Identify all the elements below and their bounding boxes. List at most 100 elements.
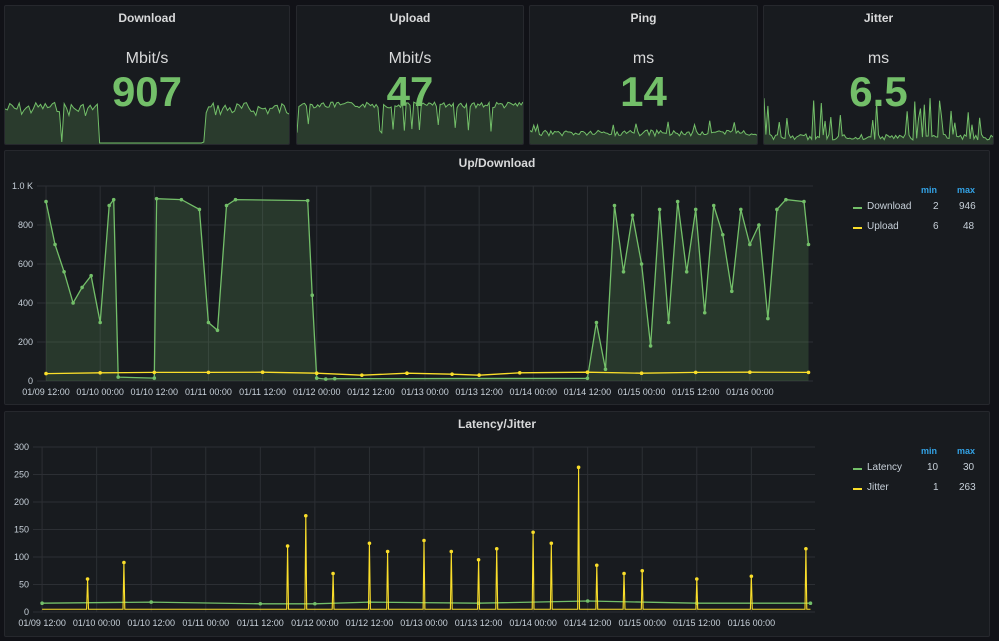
legend-swatch — [853, 207, 862, 209]
x-tick-label: 01/13 00:00 — [401, 387, 449, 397]
jitter-point — [331, 571, 335, 576]
legend-min: 10 — [927, 462, 939, 473]
jitter-point — [303, 513, 308, 518]
upload-point — [152, 370, 157, 375]
legend-max: 263 — [959, 482, 976, 493]
jitter-point — [694, 577, 699, 581]
download-point — [152, 376, 157, 380]
legend-swatch — [853, 488, 862, 490]
x-tick-label: 01/12 12:00 — [347, 387, 395, 397]
jitter-point — [494, 546, 499, 551]
y-tick-label: 300 — [14, 442, 29, 452]
download-point — [648, 344, 653, 348]
stat-unit: Mbit/s — [388, 50, 432, 67]
latency-legend: min max Latency 10 30 Jitter 1 263 — [847, 444, 982, 504]
jitter-point — [449, 549, 454, 554]
jitter-point — [422, 538, 426, 543]
panel-title: Upload — [389, 11, 431, 25]
x-tick-label: 01/13 12:00 — [455, 618, 503, 628]
download-point — [314, 376, 319, 380]
y-tick-label: 150 — [14, 525, 29, 535]
x-tick-label: 01/13 00:00 — [400, 618, 448, 628]
x-tick-label: 01/11 12:00 — [239, 387, 286, 397]
download-point — [62, 270, 66, 274]
download-point — [44, 199, 48, 204]
download-point — [305, 198, 310, 203]
x-tick-label: 01/15 00:00 — [618, 387, 666, 397]
download-point — [53, 242, 57, 247]
download-point — [684, 270, 689, 274]
updown-chart[interactable]: 0 200 400 600 800 1.0 K 01/09 12:00 01/10 00:00… — [5, 151, 835, 405]
download-point — [154, 196, 159, 201]
latency-chart[interactable]: 0 50 100 150 200 250 300 01/09 12:00 01/10 00:00… — [5, 412, 835, 637]
legend-label: Latency — [867, 462, 903, 473]
legend-max: 30 — [963, 462, 975, 473]
jitter-point — [476, 557, 481, 562]
jitter-point — [385, 549, 390, 554]
legend-item-latency[interactable]: Latency 10 30 — [847, 462, 982, 476]
ping-stat-panel[interactable]: Ping ms 14 — [529, 5, 758, 145]
x-tick-label: 01/15 12:00 — [673, 618, 721, 628]
legend-label: Download — [867, 201, 912, 212]
jitter-stat-panel[interactable]: Jitter ms 6.5 — [763, 5, 994, 145]
legend-max-header: max — [957, 446, 976, 456]
download-point — [89, 273, 93, 278]
download-point — [757, 223, 761, 227]
download-point — [179, 197, 184, 202]
download-point — [71, 301, 75, 305]
latency-point — [808, 601, 813, 605]
legend-min-header: min — [921, 185, 938, 195]
x-tick-label: 01/14 00:00 — [509, 618, 557, 628]
x-tick-label: 01/12 12:00 — [346, 618, 394, 628]
download-stat-panel[interactable]: Download Mbit/s 907 — [4, 5, 290, 145]
stat-unit: ms — [867, 50, 890, 67]
latency-point — [258, 601, 263, 606]
legend-swatch — [853, 227, 862, 229]
jitter-point — [594, 563, 599, 568]
legend-swatch — [853, 468, 862, 470]
stat-value: 47 — [386, 68, 434, 115]
x-tick-label: 01/12 00:00 — [293, 387, 341, 397]
download-point — [720, 232, 725, 237]
download-point — [594, 320, 599, 325]
stat-value: 907 — [111, 68, 183, 115]
stat-unit: Mbit/s — [125, 50, 169, 67]
updown-panel[interactable]: Up/Download 0 200 400 600 800 1.0 K 01/09 12:0… — [4, 150, 990, 405]
download-point — [585, 376, 590, 381]
legend-item-jitter[interactable]: Jitter 1 263 — [847, 482, 982, 496]
upload-point — [260, 370, 265, 375]
upload-point — [639, 371, 644, 375]
legend-label: Upload — [867, 221, 899, 232]
upload-stat-panel[interactable]: Upload Mbit/s 47 — [296, 5, 524, 145]
legend-item-upload[interactable]: Upload 6 48 — [847, 221, 982, 235]
download-point — [639, 262, 644, 266]
jitter-line — [42, 467, 811, 610]
upload-point — [314, 371, 319, 375]
download-point — [748, 242, 752, 247]
legend-label: Jitter — [867, 482, 889, 493]
legend-item-download[interactable]: Download 2 946 — [847, 201, 982, 215]
latency-point — [313, 601, 317, 606]
x-tick-label: 01/10 00:00 — [76, 387, 124, 397]
upload-point — [44, 371, 48, 376]
download-point — [766, 316, 770, 321]
jitter-point — [549, 541, 554, 546]
x-tick-label: 01/10 00:00 — [73, 618, 121, 628]
download-area — [46, 198, 809, 381]
x-tick-label: 01/09 12:00 — [18, 618, 66, 628]
legend-max: 48 — [963, 221, 975, 232]
jitter-point — [749, 574, 754, 579]
download-point — [802, 199, 806, 204]
latency-panel[interactable]: Latency/Jitter 0 50 100 150 200 250 300 01/09 1… — [4, 411, 990, 637]
legend-min: 1 — [933, 482, 939, 493]
latency-point — [585, 599, 590, 603]
download-point — [702, 310, 707, 315]
y-tick-label: 600 — [18, 259, 33, 269]
panel-title: Jitter — [863, 11, 894, 25]
download-point — [657, 207, 662, 212]
download-point — [80, 285, 84, 290]
x-tick-label: 01/11 00:00 — [182, 618, 229, 628]
latency-point — [40, 601, 44, 605]
legend-min: 6 — [933, 221, 939, 232]
download-point — [675, 199, 680, 204]
